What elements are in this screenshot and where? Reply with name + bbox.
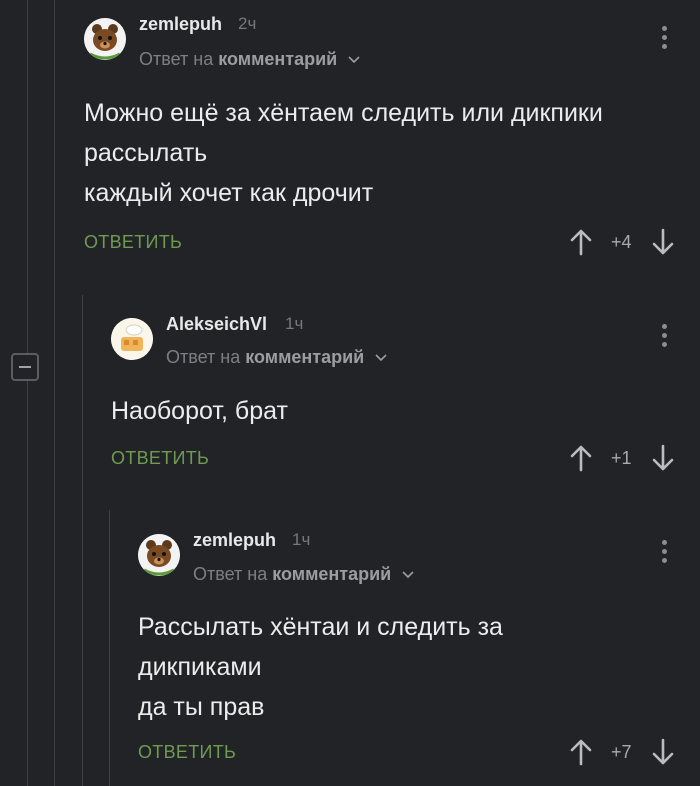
comment-line: да ты прав bbox=[138, 693, 265, 721]
vote-score: +7 bbox=[611, 742, 632, 762]
comment-line: дикпиками bbox=[138, 653, 262, 681]
comment-author[interactable]: zemlepuh bbox=[193, 530, 276, 551]
reply-target: комментарий bbox=[272, 564, 392, 584]
upvote-arrow-icon[interactable] bbox=[570, 738, 592, 766]
chevron-down-icon bbox=[402, 571, 414, 579]
reply-prefix: Ответ на bbox=[193, 564, 268, 584]
downvote-arrow-icon[interactable] bbox=[652, 738, 674, 766]
reply-button[interactable]: ОТВЕТИТЬ bbox=[138, 742, 236, 763]
comment-3: zemlepuh 1ч Ответ на комментарий Рассыла… bbox=[0, 0, 700, 786]
bear-avatar-icon[interactable] bbox=[138, 534, 180, 576]
reply-to-link[interactable]: Ответ на комментарий bbox=[193, 564, 414, 585]
comment-time: 1ч bbox=[292, 530, 311, 549]
comment-line: Рассылать хёнтаи и следить за bbox=[138, 613, 503, 641]
comment-body: Рассылать хёнтаи и следить за дикпиками … bbox=[138, 607, 503, 727]
more-options-icon[interactable] bbox=[659, 540, 669, 568]
